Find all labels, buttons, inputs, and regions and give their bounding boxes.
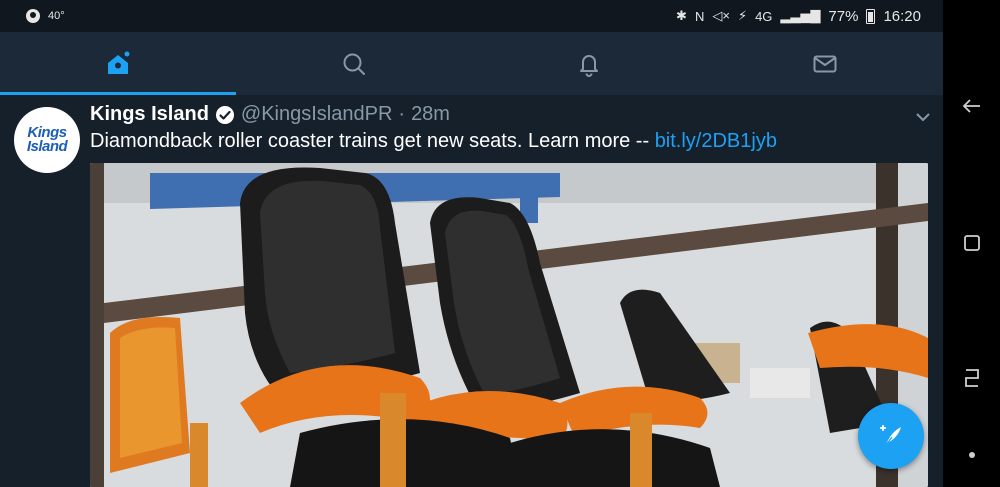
avatar-logo-line2: Island	[26, 138, 68, 155]
status-bar: 40° ✱ N ◁× ⚡ 4G ▂▃▅▇ 77% 16:20	[0, 0, 943, 32]
user-handle[interactable]: @KingsIslandPR	[241, 103, 392, 126]
home-icon	[107, 51, 130, 74]
recents-icon	[963, 235, 980, 251]
dot-icon	[968, 452, 975, 458]
tweet-body: Diamondback roller coaster trains get ne…	[90, 130, 655, 152]
tweet-header: Kings Island @KingsIslandPR · 28m	[90, 103, 450, 126]
status-left: 40°	[26, 9, 65, 23]
nfc-icon: N	[694, 8, 705, 24]
compose-tweet-button[interactable]	[858, 403, 924, 469]
chevron-down-icon[interactable]	[915, 111, 931, 123]
back-icon	[962, 99, 980, 113]
search-icon	[343, 53, 365, 75]
user-name[interactable]: Kings Island	[90, 103, 209, 126]
tweet-link[interactable]: bit.ly/2DB1jyb	[655, 130, 777, 152]
weather-icon	[26, 9, 40, 23]
tweet-media-photo[interactable]	[90, 163, 928, 487]
tweet[interactable]: Kings Island Kings Island @KingsIslandPR…	[0, 95, 943, 487]
overview-icon	[964, 369, 979, 387]
4g-lte-icon: 4G	[755, 8, 773, 24]
tab-search[interactable]	[236, 32, 472, 95]
tab-messages[interactable]	[707, 32, 943, 95]
tab-bar	[0, 32, 943, 95]
bluetooth-icon: ✱	[676, 8, 687, 23]
photo-roller-coaster-seats	[90, 163, 928, 487]
verified-badge-icon	[215, 105, 234, 124]
bell-icon	[580, 54, 599, 77]
android-nav-bar	[943, 0, 1000, 487]
mail-icon	[813, 55, 837, 72]
twitter-app: 40° ✱ N ◁× ⚡ 4G ▂▃▅▇ 77% 16:20 Kings Isl…	[0, 0, 943, 487]
back-button[interactable]	[943, 86, 1000, 126]
tab-notifications[interactable]	[472, 32, 708, 95]
status-right: ✱ N ◁× ⚡ 4G ▂▃▅▇ 77% 16:20	[676, 8, 921, 25]
data-saver-icon: ⚡	[737, 8, 748, 23]
mute-icon: ◁×	[712, 8, 730, 23]
status-temperature: 40°	[48, 10, 65, 22]
dot-button[interactable]	[943, 435, 1000, 475]
tweet-time: 28m	[411, 103, 450, 125]
home-nav-button[interactable]	[943, 223, 1000, 263]
tweet-text: Diamondback roller coaster trains get ne…	[90, 130, 777, 153]
avatar[interactable]: Kings Island	[14, 107, 80, 173]
separator-dot: ·	[398, 103, 406, 125]
status-time: 16:20	[883, 7, 921, 25]
battery-icon	[866, 8, 876, 24]
overview-button[interactable]	[943, 358, 1000, 398]
compose-tweet-icon	[880, 425, 901, 446]
battery-percent: 77%	[828, 7, 859, 25]
tab-home[interactable]	[0, 32, 236, 95]
signal-icon: ▂▃▅▇	[780, 8, 821, 23]
